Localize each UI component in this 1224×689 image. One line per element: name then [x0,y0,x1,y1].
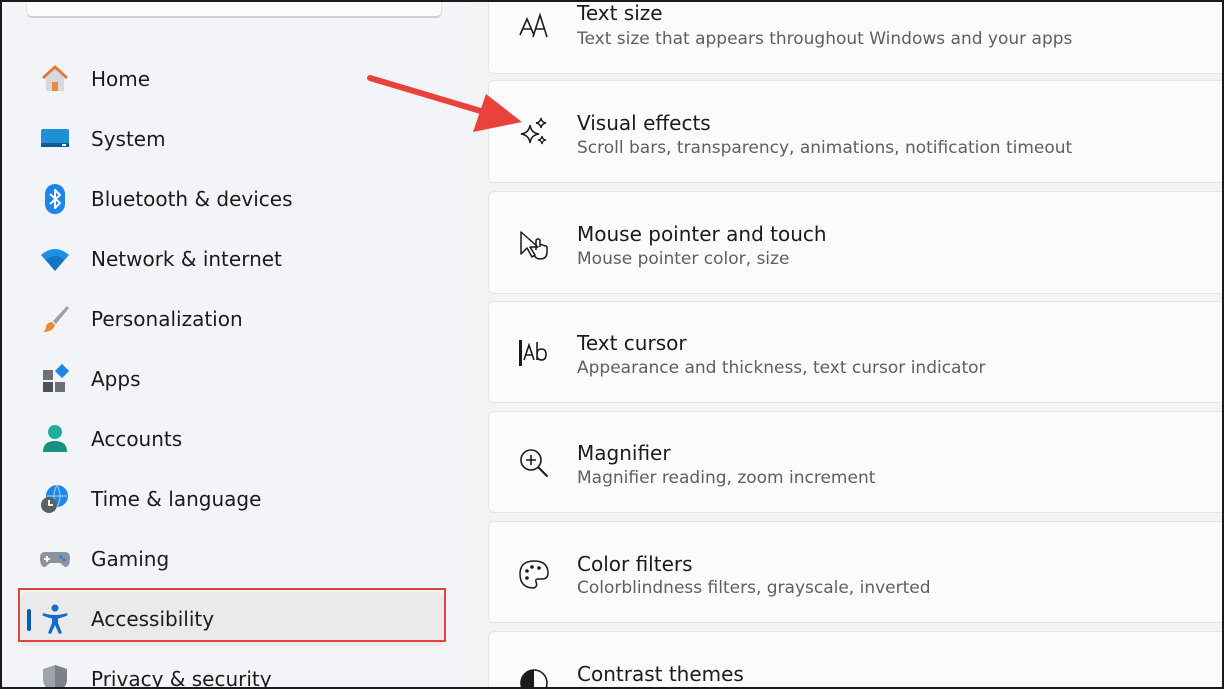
home-icon [39,63,71,95]
search-input[interactable] [26,0,442,18]
sidebar-item-label: Personalization [91,307,243,331]
paintbrush-icon [39,303,71,335]
card-description: Text size that appears throughout Window… [577,29,1073,49]
wifi-icon [39,243,71,275]
globe-clock-icon [39,483,71,515]
gamepad-icon [39,543,71,575]
card-text-cursor[interactable]: Text cursor Appearance and thickness, te… [488,301,1224,403]
person-icon [39,423,71,455]
sidebar-item-apps[interactable]: Apps [20,352,444,406]
sidebar-item-label: Time & language [91,487,262,511]
sidebar-item-accounts[interactable]: Accounts [20,412,444,466]
accessibility-icon [39,603,71,635]
sidebar-item-label: Accessibility [91,607,215,631]
sidebar-item-network[interactable]: Network & internet [20,232,444,286]
sidebar-item-label: System [91,127,166,151]
accessibility-settings-list: Text size Text size that appears through… [470,0,1224,689]
pointer-touch-icon [517,228,551,262]
apps-icon [39,363,71,395]
card-description: Scroll bars, transparency, animations, n… [577,138,1073,158]
palette-icon [517,558,551,592]
card-title: Visual effects [577,111,711,135]
sidebar-item-label: Network & internet [91,247,282,271]
card-title: Text cursor [577,331,687,355]
sidebar-item-gaming[interactable]: Gaming [20,532,444,586]
magnifier-icon [517,446,551,480]
sidebar-item-label: Apps [91,367,141,391]
card-magnifier[interactable]: Magnifier Magnifier reading, zoom increm… [488,411,1224,513]
text-cursor-icon [517,336,551,370]
card-visual-effects[interactable]: Visual effects Scroll bars, transparency… [488,80,1224,183]
sidebar-item-label: Accounts [91,427,183,451]
card-description: Colorblindness filters, grayscale, inver… [577,578,931,598]
card-text-size[interactable]: Text size Text size that appears through… [488,0,1224,74]
card-title: Mouse pointer and touch [577,222,827,246]
sidebar-item-privacy-security[interactable]: Privacy & security [20,652,444,689]
contrast-icon [517,666,551,689]
sidebar-item-accessibility[interactable]: Accessibility [20,592,444,646]
sidebar-item-label: Home [91,67,151,91]
monitor-icon [39,123,71,155]
card-description: Appearance and thickness, text cursor in… [577,358,986,378]
card-description: Mouse pointer color, size [577,249,790,269]
sidebar-item-label: Bluetooth & devices [91,187,293,211]
card-title: Text size [577,1,663,25]
sidebar-item-bluetooth[interactable]: Bluetooth & devices [20,172,444,226]
sidebar-item-label: Privacy & security [91,667,272,689]
sidebar-item-time-language[interactable]: Time & language [20,472,444,526]
bluetooth-icon [39,183,71,215]
text-size-icon [517,9,551,43]
sidebar-item-label: Gaming [91,547,170,571]
annotation-arrow [367,75,522,132]
card-mouse-pointer-touch[interactable]: Mouse pointer and touch Mouse pointer co… [488,191,1224,294]
card-title: Color filters [577,552,693,576]
card-title: Contrast themes [577,662,744,686]
shield-icon [39,663,71,689]
selected-indicator [27,609,31,631]
card-description: Magnifier reading, zoom increment [577,468,876,488]
sidebar-item-personalization[interactable]: Personalization [20,292,444,346]
card-contrast-themes[interactable]: Contrast themes [488,631,1224,689]
card-color-filters[interactable]: Color filters Colorblindness filters, gr… [488,521,1224,623]
card-title: Magnifier [577,441,671,465]
